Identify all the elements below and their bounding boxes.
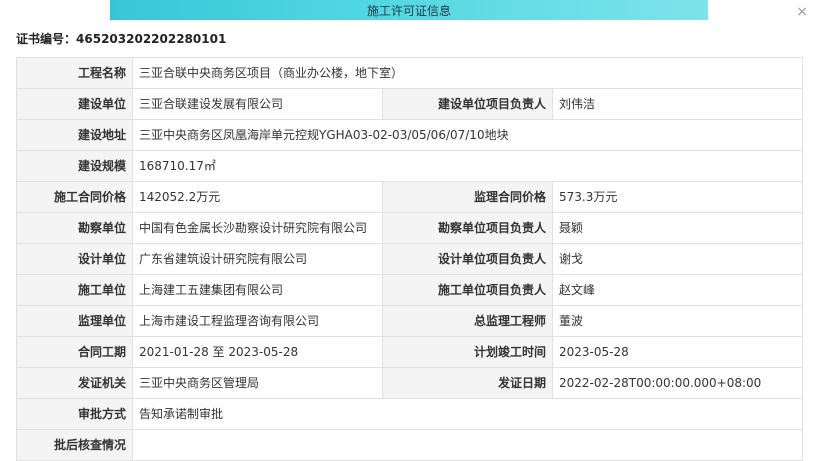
field-value: 告知承诺制审批 <box>131 398 804 430</box>
field-value: 2023-05-28 <box>551 336 804 368</box>
table-row: 工程名称 三亚合联中央商务区项目（商业办公楼，地下室） <box>16 57 804 89</box>
field-value: 上海市建设工程监理咨询有限公司 <box>132 305 383 337</box>
field-value: 中国有色金属长沙勘察设计研究院有限公司 <box>132 212 383 244</box>
certificate-number: 465203202202280101 <box>76 32 227 46</box>
certificate-number-line: 证书编号：465203202202280101 <box>16 31 226 47</box>
field-value: 上海建工五建集团有限公司 <box>132 274 383 306</box>
field-label: 计划竣工时间 <box>382 336 553 368</box>
field-label: 施工单位 <box>16 274 133 306</box>
table-row: 建设地址 三亚中央商务区凤凰海岸单元控规YGHA03-02-03/05/06/07… <box>16 119 804 151</box>
field-label: 勘察单位项目负责人 <box>382 212 553 244</box>
table-row: 批后核查情况 <box>16 429 804 461</box>
table-row: 合同工期 2021-01-28 至 2023-05-28 计划竣工时间 2023-05… <box>16 336 804 368</box>
field-value: 三亚合联建设发展有限公司 <box>132 88 383 120</box>
field-value: 三亚中央商务区凤凰海岸单元控规YGHA03-02-03/05/06/07/10地… <box>131 119 804 151</box>
table-row: 设计单位 广东省建筑设计研究院有限公司 设计单位项目负责人 谢戈 <box>16 243 804 275</box>
field-label: 监理合同价格 <box>382 181 553 213</box>
table-row: 勘察单位 中国有色金属长沙勘察设计研究院有限公司 勘察单位项目负责人 聂颖 <box>16 212 804 244</box>
table-row: 发证机关 三亚中央商务区管理局 发证日期 2022-02-28T00:00:00.00… <box>16 367 804 399</box>
dialog-header-banner: 施工许可证信息 <box>110 0 708 20</box>
certificate-label: 证书编号： <box>16 32 77 46</box>
permit-info-table: 工程名称 三亚合联中央商务区项目（商业办公楼，地下室） 建设单位 三亚合联建设发展有限… <box>16 57 804 461</box>
field-label: 建设单位项目负责人 <box>382 88 553 120</box>
field-label: 总监理工程师 <box>382 305 553 337</box>
field-label: 施工单位项目负责人 <box>382 274 553 306</box>
table-row: 建设单位 三亚合联建设发展有限公司 建设单位项目负责人 刘伟洁 <box>16 88 804 120</box>
field-value: 赵文峰 <box>551 274 804 306</box>
table-row: 建设规模 168710.17㎡ <box>16 150 804 182</box>
field-value: 2021-01-28 至 2023-05-28 <box>132 336 383 368</box>
table-row: 审批方式 告知承诺制审批 <box>16 398 804 430</box>
field-value: 刘伟洁 <box>551 88 804 120</box>
close-icon[interactable]: × <box>796 5 808 19</box>
field-label: 建设地址 <box>16 119 133 151</box>
table-row: 监理单位 上海市建设工程监理咨询有限公司 总监理工程师 董波 <box>16 305 804 337</box>
field-label: 审批方式 <box>16 398 133 430</box>
field-label: 设计单位项目负责人 <box>382 243 553 275</box>
field-value: 三亚中央商务区管理局 <box>132 367 383 399</box>
field-value: 聂颖 <box>551 212 804 244</box>
field-label: 设计单位 <box>16 243 133 275</box>
field-value: 168710.17㎡ <box>131 150 804 182</box>
field-value: 142052.2万元 <box>132 181 383 213</box>
field-value: 广东省建筑设计研究院有限公司 <box>132 243 383 275</box>
field-value <box>131 429 804 461</box>
field-label: 施工合同价格 <box>16 181 133 213</box>
dialog-title: 施工许可证信息 <box>366 4 451 18</box>
field-label: 工程名称 <box>16 57 133 89</box>
table-row: 施工单位 上海建工五建集团有限公司 施工单位项目负责人 赵文峰 <box>16 274 804 306</box>
table-row: 施工合同价格 142052.2万元 监理合同价格 573.3万元 <box>16 181 804 213</box>
field-label: 发证日期 <box>382 367 553 399</box>
field-value: 谢戈 <box>551 243 804 275</box>
field-label: 合同工期 <box>16 336 133 368</box>
field-value: 2022-02-28T00:00:00.000+08:00 <box>551 367 804 399</box>
field-label: 发证机关 <box>16 367 133 399</box>
field-label: 勘察单位 <box>16 212 133 244</box>
field-label: 建设单位 <box>16 88 133 120</box>
field-label: 批后核查情况 <box>16 429 133 461</box>
field-label: 监理单位 <box>16 305 133 337</box>
field-value: 573.3万元 <box>551 181 804 213</box>
field-label: 建设规模 <box>16 150 133 182</box>
field-value: 三亚合联中央商务区项目（商业办公楼，地下室） <box>131 57 804 89</box>
field-value: 董波 <box>551 305 804 337</box>
